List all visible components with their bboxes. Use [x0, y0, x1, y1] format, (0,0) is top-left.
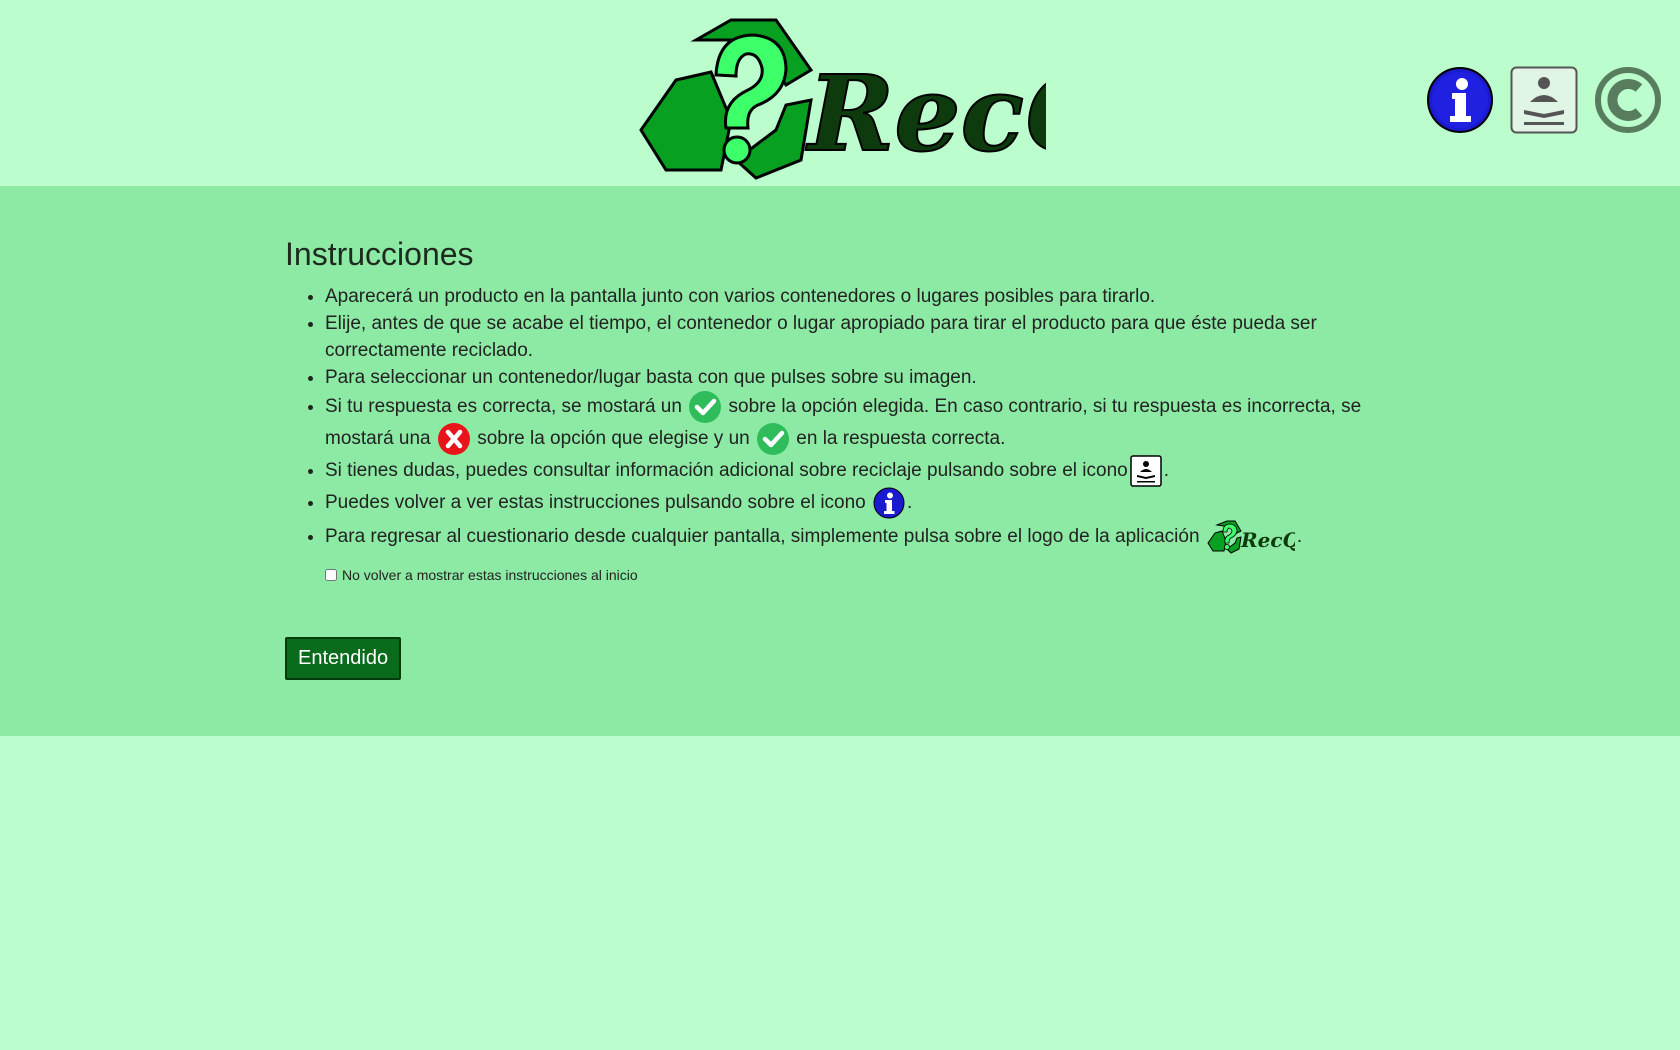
- logo-text: RecQuiz: [1240, 528, 1295, 552]
- instruction-item: Si tu respuesta es correcta, se mostará …: [325, 391, 1405, 456]
- dont-show-again-checkbox[interactable]: [325, 569, 337, 582]
- correct-check-icon: [689, 391, 722, 423]
- info-icon: [873, 487, 905, 519]
- info-icon[interactable]: [1426, 66, 1494, 134]
- app-logo-icon: RecQuiz: [1207, 520, 1295, 554]
- instruction-item: Si tienes dudas, puedes consultar inform…: [325, 455, 1405, 487]
- header-icons: [1426, 66, 1662, 134]
- instructions-content: Instrucciones Aparecerá un producto en l…: [285, 236, 1405, 583]
- recycle-question-icon: [639, 18, 814, 180]
- guide-reading-icon[interactable]: [1510, 66, 1578, 134]
- instructions-panel: Instrucciones Aparecerá un producto en l…: [0, 186, 1680, 736]
- instruction-item: Para seleccionar un contenedor/lugar bas…: [325, 364, 1405, 391]
- instruction-item: Aparecerá un producto en la pantalla jun…: [325, 283, 1405, 310]
- guide-reading-icon: [1129, 455, 1162, 487]
- logo-text: RecQuiz: [805, 52, 1046, 175]
- header: RecQuiz: [0, 0, 1680, 186]
- instructions-title: Instrucciones: [285, 236, 474, 272]
- instruction-item: Para regresar al cuestionario desde cual…: [325, 519, 1405, 555]
- instructions-list: Aparecerá un producto en la pantalla jun…: [285, 283, 1405, 555]
- dont-show-again-label[interactable]: No volver a mostrar estas instrucciones …: [342, 567, 638, 583]
- copyright-icon[interactable]: [1594, 66, 1662, 134]
- understood-button[interactable]: Entendido: [285, 637, 402, 680]
- instruction-item: Elije, antes de que se acabe el tiempo, …: [325, 310, 1405, 364]
- dont-show-again-row: No volver a mostrar estas instrucciones …: [325, 567, 1405, 583]
- app-logo[interactable]: RecQuiz: [636, 10, 1046, 186]
- correct-check-icon: [757, 423, 789, 456]
- instruction-item: Puedes volver a ver estas instrucciones …: [325, 487, 1405, 519]
- incorrect-x-icon: [437, 423, 470, 456]
